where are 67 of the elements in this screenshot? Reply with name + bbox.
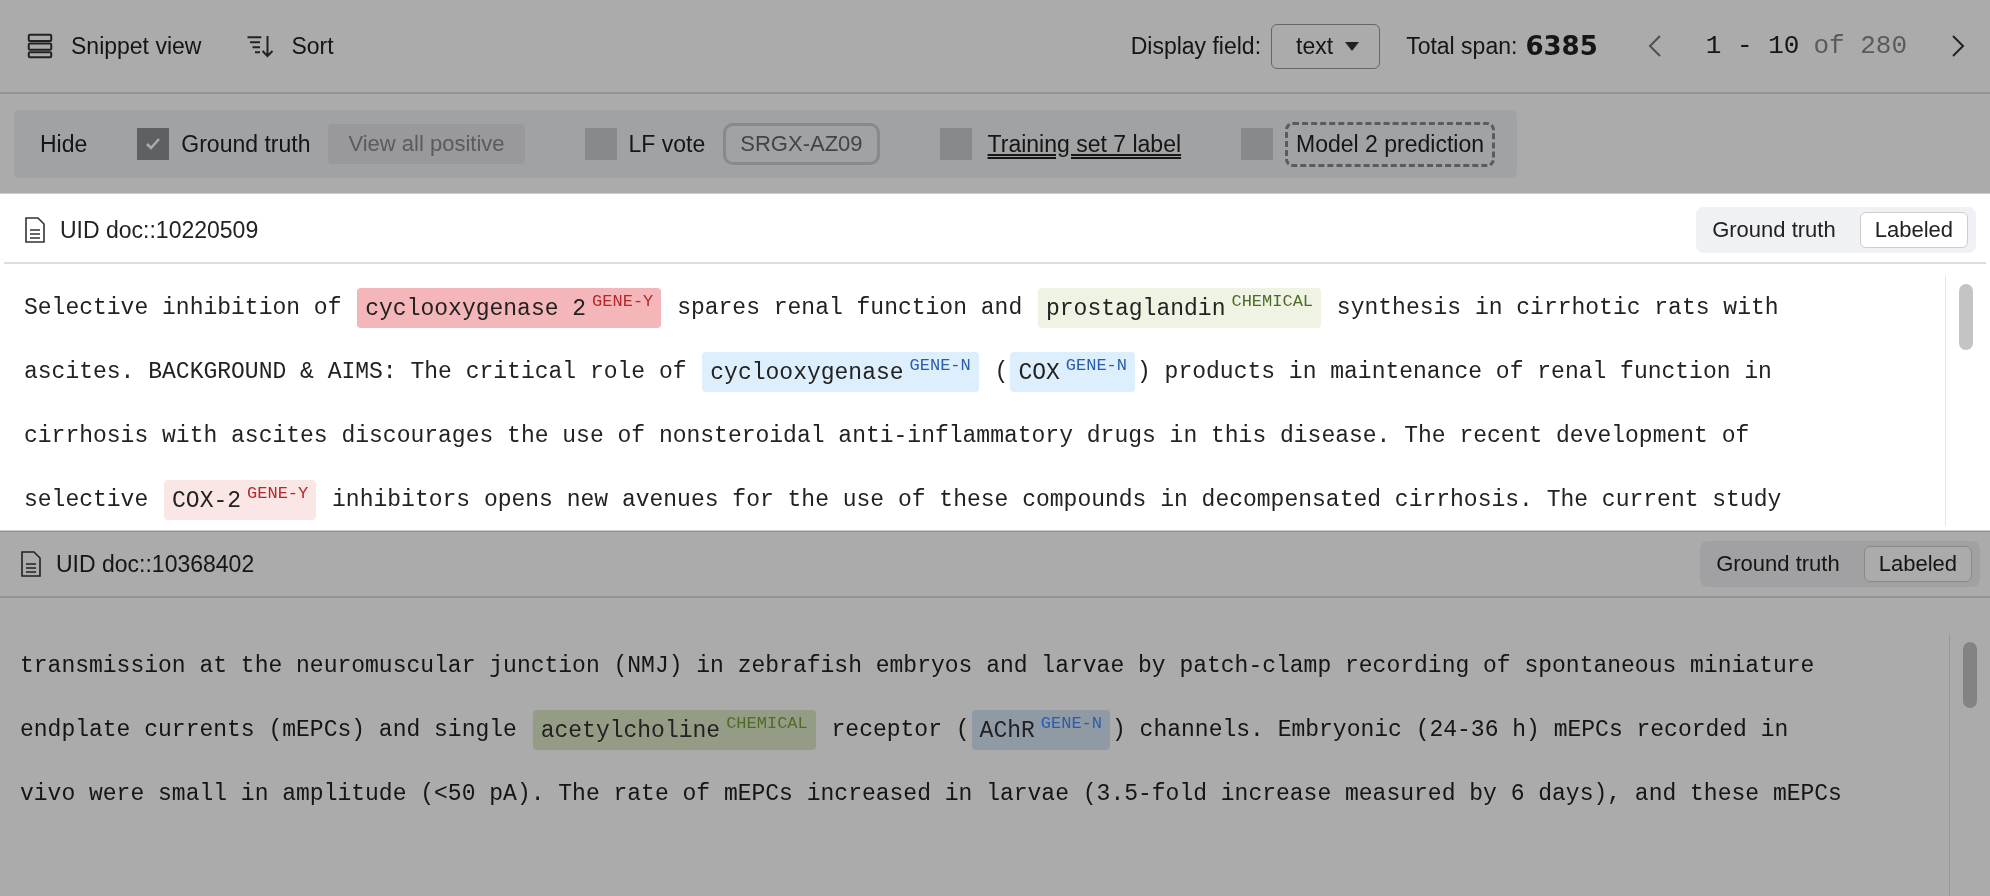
checkbox[interactable] [939, 128, 972, 160]
document-uid: UID doc::10220509 [60, 216, 259, 244]
page-range: 1 - 10 [1705, 31, 1800, 61]
scrollbar-thumb[interactable] [1963, 642, 1977, 708]
document-text: ) channels. Embryonic (24-36 h) mEPCs recorded in [1112, 717, 1789, 743]
document-text: endplate currents (mEPCs) and single [20, 717, 518, 743]
document-text: spares renal function and [676, 295, 1024, 321]
filter-label: LF vote [628, 130, 706, 158]
entity-text: COX-2 [172, 487, 242, 514]
checkbox[interactable] [584, 128, 617, 160]
entity-text: acetylcholine [540, 717, 721, 744]
document-text: Selective inhibition of [24, 295, 343, 321]
entity-label: GENE-Y [247, 484, 309, 503]
status-label: Ground truth [1716, 551, 1840, 577]
status-label: Ground truth [1712, 217, 1836, 243]
status-value: Labeled [1863, 546, 1972, 582]
next-page-icon[interactable] [1951, 34, 1965, 58]
model-tag: SRGX-AZ09 [723, 123, 880, 165]
hide-button[interactable]: Hide [40, 130, 88, 158]
total-span-label: Total span: [1406, 32, 1518, 60]
previous-page-icon[interactable] [1647, 34, 1662, 58]
entity-label: CHEMICAL [726, 714, 808, 733]
entity-highlight[interactable]: AChR GENE-N [971, 710, 1110, 750]
page-total: of 280 [1813, 31, 1907, 61]
document-text: ascites. BACKGROUND & AIMS: The critical role of [24, 359, 688, 385]
entity-text: cyclooxygenase 2 [365, 295, 587, 322]
total-span-value: 6385 [1525, 31, 1598, 61]
display-field-select[interactable]: text [1271, 23, 1381, 69]
filter-label: Training set 7 label [987, 130, 1182, 158]
document-text: inhibitors opens new avenues for the use of these compounds in decompensated cirrhosis. The current study [331, 487, 1782, 513]
entity-highlight[interactable]: prostaglandin CHEMICAL [1038, 288, 1322, 328]
entity-label: GENE-N [1065, 356, 1127, 375]
list-icon [25, 31, 55, 61]
entity-text: prostaglandin [1046, 295, 1226, 322]
snippet-view-button[interactable]: Snippet view [25, 31, 202, 61]
document-text: ) products in maintenance of renal function in [1137, 359, 1772, 385]
sort-button[interactable]: Sort [245, 31, 334, 61]
document-icon [20, 550, 42, 578]
filter-label: Ground truth [181, 130, 311, 158]
document-text: ( [993, 359, 1009, 385]
entity-highlight[interactable]: COX GENE-N [1010, 352, 1135, 392]
document-text: selective [24, 487, 150, 513]
entity-label: GENE-Y [592, 292, 654, 311]
document-text: synthesis in cirrhotic rats with [1335, 295, 1779, 321]
entity-label: GENE-N [1040, 714, 1102, 733]
document-text: vivo were small in amplitude (<50 pA). The rate of mEPCs increased in larvae (3.5-fold increase measured by 6 days), and these mEPCs [20, 781, 1842, 807]
scrollbar-thumb[interactable] [1959, 284, 1973, 350]
document-uid: UID doc::10368402 [56, 550, 255, 578]
filter-label: Model 2 prediction [1285, 121, 1495, 167]
document-icon [24, 216, 46, 244]
entity-label: CHEMICAL [1231, 292, 1314, 311]
checkbox[interactable] [1241, 128, 1274, 160]
entity-label: GENE-N [909, 356, 971, 375]
entity-highlight[interactable]: COX-2 GENE-Y [164, 480, 317, 520]
document-text: cirrhosis with ascites discourages the use of nonsteroidal anti-inflammatory drugs in this disease. The recent development of [24, 423, 1750, 449]
entity-highlight[interactable]: cyclooxygenase 2 GENE-Y [357, 288, 662, 328]
entity-text: AChR [979, 717, 1035, 744]
checkbox[interactable] [137, 128, 170, 160]
entity-text: cyclooxygenase [710, 359, 904, 386]
display-field-label: Display field: [1130, 32, 1262, 60]
document-text: transmission at the neuromuscular junction (NMJ) in zebrafish embryos and larvae by patch-clamp recording of spontaneous miniature [20, 653, 1815, 679]
entity-highlight[interactable]: acetylcholine CHEMICAL [532, 710, 816, 750]
entity-text: COX [1018, 359, 1060, 386]
status-value: Labeled [1859, 212, 1968, 248]
entity-highlight[interactable]: cyclooxygenase GENE-N [702, 352, 979, 392]
document-text: receptor ( [830, 717, 970, 743]
caret-icon [1345, 41, 1360, 51]
